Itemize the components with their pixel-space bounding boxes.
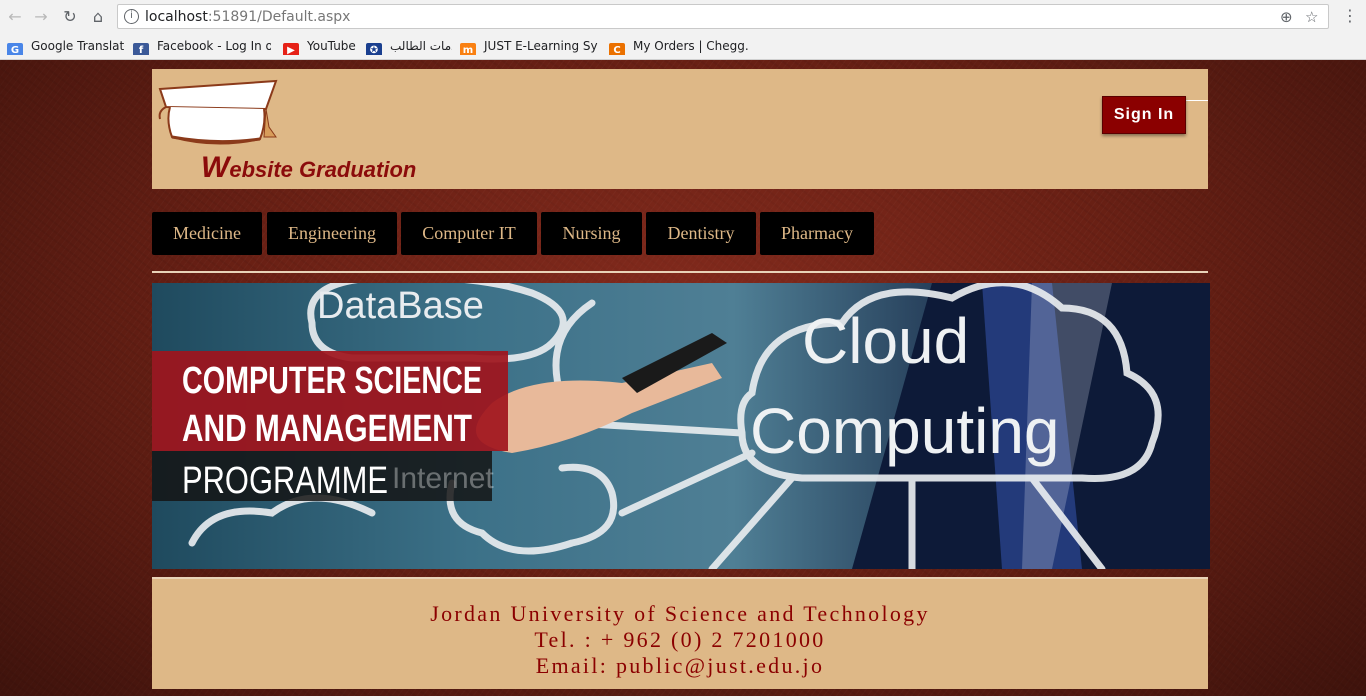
header-divider <box>1186 100 1208 101</box>
url-host: localhost <box>145 9 208 25</box>
banner-line-2: AND MANAGEMENT <box>182 408 472 450</box>
bookmark-student-services[interactable]: ✪ خدمات الطالب <box>366 37 452 55</box>
hero-banner: Cloud Computing DataBase COMPUTER SCIENC… <box>152 283 1210 569</box>
menu-item-nursing[interactable]: Nursing <box>541 212 642 255</box>
menu-item-dentistry[interactable]: Dentistry <box>646 212 756 255</box>
page-body: Website Graduation Sign In Medicine Engi… <box>0 60 1366 700</box>
bookmark-label: JUST E-Learning Syste <box>484 39 598 53</box>
reload-icon[interactable]: ↻ <box>59 6 81 28</box>
bottom-strip <box>0 696 1366 700</box>
banner-database-word: DataBase <box>317 285 484 327</box>
banner-computing-word: Computing <box>750 395 1060 467</box>
menu-item-pharmacy[interactable]: Pharmacy <box>760 212 874 255</box>
youtube-icon: ▶ <box>283 43 299 55</box>
browser-menu-icon[interactable]: ⋮ <box>1342 6 1358 25</box>
footer-university-name: Jordan University of Science and Technol… <box>430 601 930 626</box>
bookmark-label: My Orders | Chegg.cc <box>633 39 749 53</box>
moodle-icon: m <box>460 43 476 55</box>
browser-chrome: ← → ↻ ⌂ i localhost:51891/Default.aspx ⊕… <box>0 0 1366 60</box>
bookmark-chegg[interactable]: C My Orders | Chegg.cc <box>609 37 749 55</box>
home-icon[interactable]: ⌂ <box>87 6 109 28</box>
address-bar[interactable]: i localhost:51891/Default.aspx ⊕ ☆ <box>117 4 1329 29</box>
browser-toolbar: ← → ↻ ⌂ i localhost:51891/Default.aspx ⊕… <box>0 0 1366 33</box>
menu-item-medicine[interactable]: Medicine <box>152 212 262 255</box>
logo-text-initial: W <box>201 151 230 184</box>
bookmark-label: YouTube <box>307 39 356 53</box>
bookmark-google-translate[interactable]: G Google Translate <box>7 37 125 55</box>
footer-email[interactable]: Email: public@just.edu.jo <box>152 653 1208 679</box>
url-path: :51891/Default.aspx <box>207 9 351 25</box>
site-footer: Jordan University of Science and Technol… <box>152 579 1208 689</box>
bookmark-youtube[interactable]: ▶ YouTube <box>283 37 359 55</box>
arrow-right-icon[interactable]: → <box>30 6 52 28</box>
site-header: Website Graduation Sign In <box>152 69 1208 189</box>
info-icon[interactable]: i <box>124 9 139 24</box>
bookmark-label: خدمات الطالب <box>390 39 452 53</box>
banner-internet-word: Internet <box>392 462 494 495</box>
banner-line-3: PROGRAMME <box>182 460 388 502</box>
logo-text-rest: ebsite Graduation <box>229 157 417 182</box>
arrow-left-icon[interactable]: ← <box>4 6 26 28</box>
address-url: localhost:51891/Default.aspx <box>145 9 350 25</box>
menu-divider <box>152 271 1208 273</box>
zoom-icon[interactable]: ⊕ <box>1280 8 1293 26</box>
graduation-cap-icon <box>158 79 278 145</box>
footer-phone: Tel. : + 962 (0) 2 7201000 <box>534 627 826 652</box>
menu-item-engineering[interactable]: Engineering <box>267 212 397 255</box>
menu-item-computer-it[interactable]: Computer IT <box>401 212 537 255</box>
site-logo[interactable]: Website Graduation <box>156 79 456 184</box>
star-icon[interactable]: ☆ <box>1305 8 1318 26</box>
sign-in-button[interactable]: Sign In <box>1102 96 1186 134</box>
facebook-icon: f <box>133 43 149 55</box>
bookmarks-bar: G Google Translate f Facebook - Log In or … <box>0 34 1366 58</box>
bookmark-label: Facebook - Log In or <box>157 39 271 53</box>
bookmark-label: Google Translate <box>31 39 125 53</box>
university-seal-icon: ✪ <box>366 43 382 55</box>
logo-text: Website Graduation <box>201 151 416 185</box>
bookmark-facebook[interactable]: f Facebook - Log In or <box>133 37 271 55</box>
chegg-icon: C <box>609 43 625 55</box>
bookmark-just-elearning[interactable]: m JUST E-Learning Syste <box>460 37 598 55</box>
banner-cloud-word: Cloud <box>802 305 969 377</box>
banner-illustration: Cloud Computing DataBase COMPUTER SCIENC… <box>152 283 1210 569</box>
banner-line-1: COMPUTER SCIENCE <box>182 360 482 402</box>
google-translate-icon: G <box>7 43 23 55</box>
